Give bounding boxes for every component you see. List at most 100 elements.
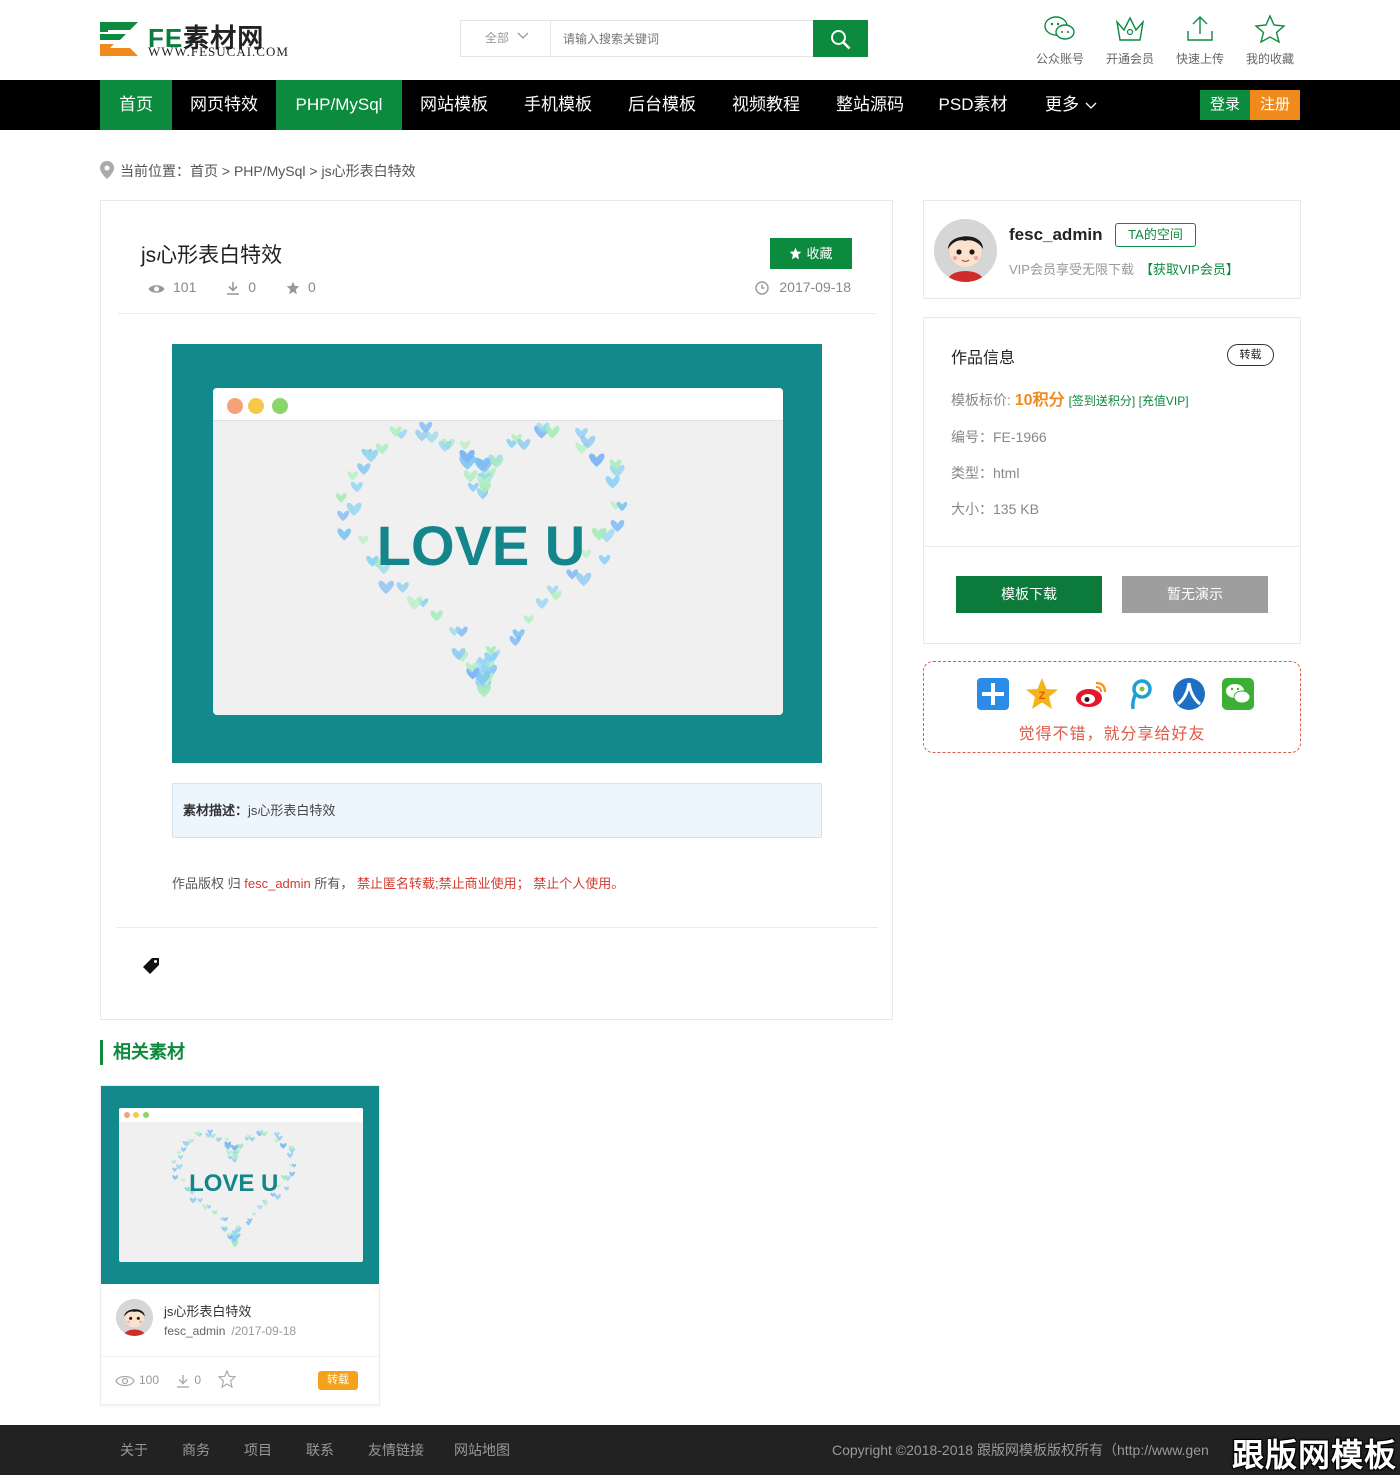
weibo-icon[interactable] <box>1074 677 1108 711</box>
heart-particle <box>378 580 394 595</box>
demo-button[interactable]: 暂无演示 <box>1122 576 1268 613</box>
heart-particle <box>337 528 352 541</box>
author-name[interactable]: fesc_admin <box>1009 225 1103 245</box>
status-badge: 转载 <box>1227 344 1274 366</box>
footer-link-projects[interactable]: 项目 <box>244 1425 272 1475</box>
chevron-down-icon <box>1085 102 1097 109</box>
nav-item-web-effects[interactable]: 网页特效 <box>172 80 276 130</box>
heart-particle <box>226 1150 233 1156</box>
avatar[interactable] <box>934 219 997 282</box>
main-nav: 首页 网页特效 PHP/MySql 网站模板 手机模板 后台模板 视频教程 整站… <box>0 80 1400 130</box>
logo-mark-icon <box>100 22 138 56</box>
favorite-button[interactable]: 收藏 <box>770 238 852 269</box>
my-favorites-link[interactable]: 我的收藏 <box>1240 14 1300 70</box>
related-item-card[interactable]: LOVE U js心形表白特效 fesc_admin/2017-09-18 10… <box>100 1085 380 1405</box>
login-button[interactable]: 登录 <box>1200 90 1250 120</box>
nav-item-more[interactable]: 更多 <box>1024 80 1118 130</box>
author-space-button[interactable]: TA的空间 <box>1115 223 1196 247</box>
work-info-card: 作品信息 转载 模板标价: 10积分 [签到送积分] [充值VIP] 编号：FE-… <box>923 317 1301 644</box>
top-icons: 公众账号 开通会员 快速上传 我的收藏 <box>1030 14 1310 70</box>
share-box: Z 觉得不错，就分享给好友 <box>923 661 1301 753</box>
wechat-icon <box>1044 16 1075 40</box>
type-row: 类型：html <box>951 465 1020 481</box>
heart-particle <box>357 463 371 475</box>
heart-particle <box>350 481 363 493</box>
get-vip-link[interactable]: 【获取VIP会员】 <box>1140 262 1239 277</box>
download-icon <box>227 282 240 295</box>
related-thumbnail[interactable]: LOVE U <box>101 1086 379 1284</box>
heart-particle <box>449 626 460 636</box>
heart-particle <box>406 596 423 610</box>
site-header: FE素材网 WWW.FESUCAI.COM 全部 公众账号 开通会员 快速上传 … <box>0 0 1400 80</box>
site-logo[interactable]: FE素材网 WWW.FESUCAI.COM <box>100 18 300 62</box>
price-row: 模板标价: 10积分 [签到送积分] [充值VIP] <box>951 392 1189 409</box>
heart-particle <box>598 554 611 565</box>
eye-icon <box>148 285 165 293</box>
footer-link-about[interactable]: 关于 <box>120 1425 148 1475</box>
divider <box>118 313 876 314</box>
nav-item-home[interactable]: 首页 <box>100 80 172 130</box>
heart-particle <box>463 470 478 483</box>
wechat-account-link[interactable]: 公众账号 <box>1030 14 1090 70</box>
heart-particle <box>257 1204 263 1210</box>
search-button[interactable] <box>813 20 868 57</box>
vip-member-link[interactable]: 开通会员 <box>1100 14 1160 70</box>
tag-icon <box>143 958 159 974</box>
price-links[interactable]: [签到送积分] [充值VIP] <box>1069 394 1189 408</box>
heart-illustration: LOVE U <box>335 421 628 698</box>
heart-particle <box>535 598 549 609</box>
heart-particle <box>197 1198 203 1203</box>
wechat-share-icon[interactable] <box>1221 677 1255 711</box>
breadcrumb: 当前位置：首页 > PHP/MySql > js心形表白特效 <box>100 160 416 182</box>
size-row: 大小：135 KB <box>951 501 1039 517</box>
favorite-toggle[interactable] <box>217 1369 240 1390</box>
share-plus-icon[interactable] <box>976 677 1010 711</box>
heart-particle <box>291 1163 297 1168</box>
share-icons: Z <box>976 677 1266 711</box>
divider <box>924 546 1300 547</box>
qzone-icon[interactable]: Z <box>1025 677 1059 711</box>
clock-icon <box>755 281 770 295</box>
download-button[interactable]: 模板下载 <box>956 576 1102 613</box>
register-button[interactable]: 注册 <box>1250 90 1300 120</box>
footer-link-business[interactable]: 商务 <box>182 1425 210 1475</box>
related-author[interactable]: fesc_admin <box>164 1324 225 1338</box>
heart-particle <box>209 1133 216 1139</box>
nav-item-full-source[interactable]: 整站源码 <box>818 80 922 130</box>
heart-particle <box>358 535 369 545</box>
avatar-illustration <box>934 219 997 282</box>
love-text: LOVE U <box>377 514 585 577</box>
quick-upload-link[interactable]: 快速上传 <box>1170 14 1230 70</box>
related-title[interactable]: js心形表白特效 <box>164 1301 251 1320</box>
heart-particle <box>605 476 620 489</box>
nav-item-admin-templates[interactable]: 后台模板 <box>610 80 714 130</box>
heart-particle <box>616 501 628 512</box>
search-input[interactable] <box>551 21 813 56</box>
search-category-select[interactable]: 全部 <box>461 21 551 56</box>
heart-particle <box>249 1136 255 1142</box>
vip-promo: VIP会员享受无限下载 【获取VIP会员】 <box>1009 262 1239 277</box>
preview-window: LOVE U <box>213 388 783 715</box>
footer-link-contact[interactable]: 联系 <box>306 1425 334 1475</box>
heart-particle <box>459 440 471 450</box>
nav-item-mobile-templates[interactable]: 手机模板 <box>506 80 610 130</box>
preview-image[interactable]: LOVE U <box>172 344 822 763</box>
heart-particle <box>189 1197 197 1204</box>
nav-item-video-tutorials[interactable]: 视频教程 <box>714 80 818 130</box>
upload-icon <box>1187 16 1213 41</box>
footer-link-friends[interactable]: 友情链接 <box>368 1425 424 1475</box>
heart-particle <box>220 1217 225 1222</box>
download-icon <box>177 1375 190 1388</box>
renren-icon[interactable] <box>1172 677 1206 711</box>
heart-particle <box>176 1150 182 1155</box>
footer-link-sitemap[interactable]: 网站地图 <box>454 1425 510 1475</box>
post-stats: 101 0 0 <box>148 277 342 297</box>
avatar[interactable] <box>116 1299 153 1336</box>
search-bar: 全部 <box>460 20 868 57</box>
search-icon <box>831 30 851 50</box>
tencent-weibo-icon[interactable] <box>1123 677 1157 711</box>
nav-item-site-templates[interactable]: 网站模板 <box>402 80 506 130</box>
nav-item-psd[interactable]: PSD素材 <box>922 80 1024 130</box>
copyright-owner-link[interactable]: fesc_admin <box>244 876 310 891</box>
nav-item-php-mysql[interactable]: PHP/MySql <box>276 80 402 130</box>
